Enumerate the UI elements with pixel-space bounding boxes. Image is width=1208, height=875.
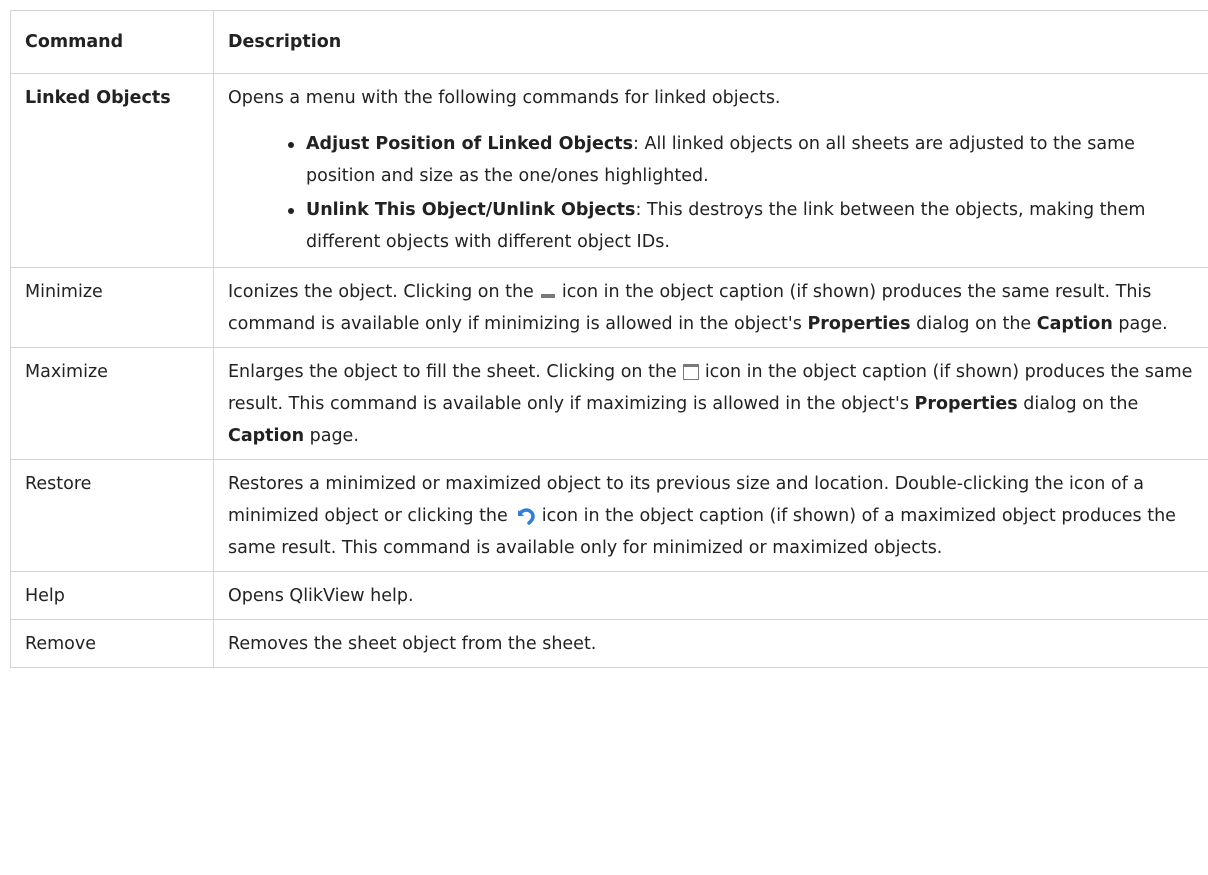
table-row-restore: Restore Restores a minimized or maximize… <box>11 460 1208 572</box>
command-restore: Restore <box>11 460 214 572</box>
bold-text: Properties <box>915 394 1018 414</box>
text: page. <box>1118 314 1167 334</box>
table-row-maximize: Maximize Enlarges the object to fill the… <box>11 348 1208 460</box>
table-row-minimize: Minimize Iconizes the object. Clicking o… <box>11 268 1208 348</box>
command-help: Help <box>11 572 214 620</box>
list-item-adjust-position: Adjust Position of Linked Objects: All l… <box>306 128 1205 192</box>
table-row-linked-objects: Linked Objects Opens a menu with the fol… <box>11 74 1208 268</box>
maximize-icon <box>683 364 699 380</box>
text: dialog on the <box>916 314 1031 334</box>
bold-text: Caption <box>1037 314 1113 334</box>
table-row-remove: Remove Removes the sheet object from the… <box>11 620 1208 668</box>
text: page. <box>310 426 359 446</box>
bold-text: Properties <box>807 314 910 334</box>
text: Iconizes the object. Clicking on the <box>228 282 534 302</box>
minimize-icon <box>540 284 556 300</box>
description-remove: Removes the sheet object from the sheet. <box>214 620 1208 668</box>
list-item-unlink-objects: Unlink This Object/Unlink Objects: This … <box>306 194 1205 258</box>
command-remove: Remove <box>11 620 214 668</box>
description-minimize: Iconizes the object. Clicking on theicon… <box>214 268 1208 348</box>
table-row-help: Help Opens QlikView help. <box>11 572 1208 620</box>
header-command: Command <box>11 11 214 74</box>
header-description: Description <box>214 11 1208 74</box>
command-linked-objects: Linked Objects <box>11 74 214 268</box>
linked-objects-intro: Opens a menu with the following commands… <box>228 82 1205 114</box>
bullet-title: Unlink This Object/Unlink Objects <box>306 200 635 220</box>
command-minimize: Minimize <box>11 268 214 348</box>
commands-table: Command Description Linked Objects Opens… <box>10 10 1208 668</box>
bold-text: Caption <box>228 426 304 446</box>
description-linked-objects: Opens a menu with the following commands… <box>214 74 1208 268</box>
bullet-title: Adjust Position of Linked Objects <box>306 134 633 154</box>
description-help: Opens QlikView help. <box>214 572 1208 620</box>
command-maximize: Maximize <box>11 348 214 460</box>
text: dialog on the <box>1023 394 1138 414</box>
table-header-row: Command Description <box>11 11 1208 74</box>
restore-icon <box>514 506 536 526</box>
description-maximize: Enlarges the object to fill the sheet. C… <box>214 348 1208 460</box>
description-restore: Restores a minimized or maximized object… <box>214 460 1208 572</box>
linked-objects-list: Adjust Position of Linked Objects: All l… <box>228 128 1205 258</box>
text: Enlarges the object to fill the sheet. C… <box>228 362 677 382</box>
